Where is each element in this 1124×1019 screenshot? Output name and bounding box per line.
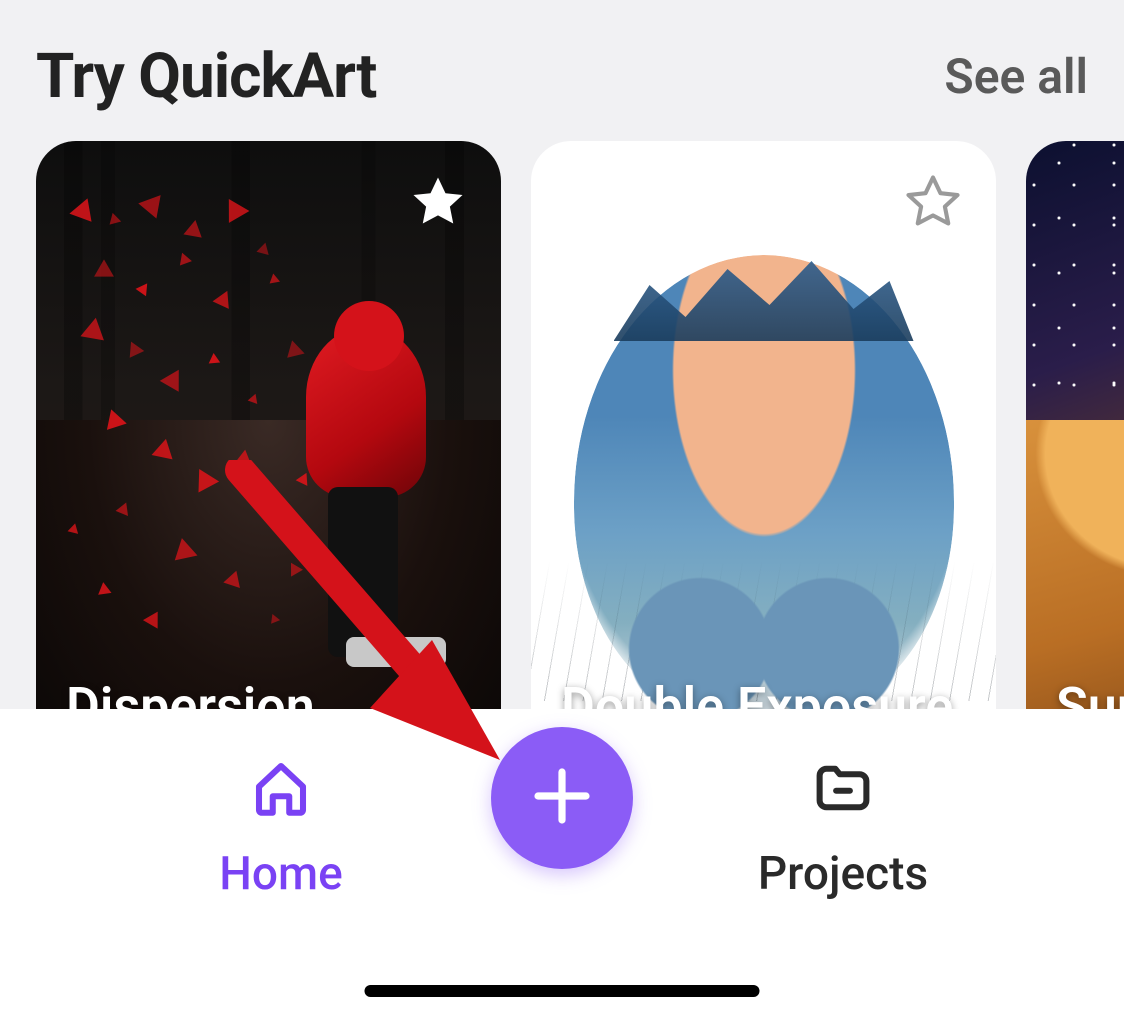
nav-home-label: Home [219,847,342,901]
quickart-card-surreal[interactable]: Sur [1026,141,1124,761]
quickart-card-dispersion[interactable]: Dispersion [36,141,501,761]
folder-icon [809,755,877,825]
section-title: Try QuickArt [36,40,376,113]
create-new-fab[interactable] [491,727,633,869]
nav-projects-label: Projects [758,847,928,901]
nav-projects[interactable]: Projects [618,755,1068,901]
section-header: Try QuickArt See all [0,0,1124,141]
star-filled-icon [407,171,469,237]
quickart-card-double-exposure[interactable]: Double Exposure [531,141,996,761]
see-all-link[interactable]: See all [944,48,1088,105]
quickart-cards-row: Dispersion Double Exposure Sur [0,141,1124,761]
card-art [1026,141,1124,761]
nav-home[interactable]: Home [56,755,506,901]
home-indicator [365,985,760,997]
plus-icon [526,760,598,836]
favorite-button[interactable] [403,169,473,239]
star-outline-icon [902,171,964,237]
home-icon [247,755,315,825]
favorite-button[interactable] [898,169,968,239]
